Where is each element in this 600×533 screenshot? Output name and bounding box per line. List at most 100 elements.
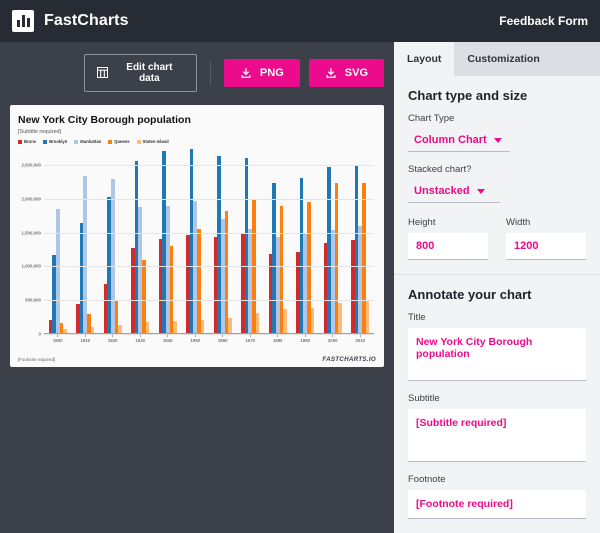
bar-group bbox=[292, 148, 320, 333]
footnote-label: Footnote bbox=[408, 474, 446, 485]
height-input[interactable] bbox=[408, 233, 488, 260]
settings-content: Chart type and size Chart Type Column Ch… bbox=[394, 76, 600, 533]
top-bar: FastCharts Feedback Form bbox=[0, 0, 600, 42]
edit-chart-data-label: Edit chart data bbox=[126, 61, 173, 84]
tab-customization[interactable]: Customization bbox=[454, 42, 552, 76]
chart-footnote: [Footnote required] bbox=[18, 357, 56, 362]
bar-chart-icon bbox=[12, 10, 34, 32]
legend-item: Brooklyn bbox=[43, 139, 67, 144]
legend-label: Staten Island bbox=[142, 139, 169, 144]
brand: FastCharts bbox=[12, 10, 129, 32]
gridline bbox=[44, 164, 374, 166]
bar bbox=[173, 321, 177, 333]
bar bbox=[255, 313, 260, 333]
chart-card-wrapper: New York City Borough population [Subtit… bbox=[0, 95, 394, 367]
bar-group bbox=[319, 148, 347, 333]
y-axis-tick-label: 0 bbox=[38, 331, 41, 337]
legend-label: Manhattan bbox=[80, 139, 102, 144]
bar bbox=[338, 303, 342, 333]
bar-group bbox=[127, 148, 155, 333]
x-axis-tick-label: 1900 bbox=[52, 338, 63, 343]
bar bbox=[118, 325, 122, 333]
y-axis-tick-label: 1,000,000 bbox=[21, 263, 41, 269]
x-axis-tick-label: 1950 bbox=[190, 338, 201, 343]
legend-swatch bbox=[18, 139, 22, 144]
chevron-down-icon bbox=[493, 137, 502, 143]
width-input[interactable] bbox=[506, 233, 586, 260]
x-tick: 1980 bbox=[264, 334, 292, 346]
subtitle-textarea[interactable] bbox=[408, 409, 586, 462]
y-axis-tick-label: 1,500,000 bbox=[21, 230, 41, 236]
legend-swatch bbox=[136, 139, 141, 144]
legend-swatch bbox=[43, 139, 48, 144]
bar bbox=[145, 322, 150, 333]
download-svg-button[interactable]: SVG bbox=[308, 58, 384, 87]
download-png-button[interactable]: PNG bbox=[223, 58, 300, 87]
section-annotate-your-chart: Annotate your chart Title Subtitle Footn… bbox=[394, 275, 600, 533]
x-axis-tick-label: 1940 bbox=[162, 338, 173, 343]
bar-group bbox=[237, 148, 265, 333]
chart-type-label: Chart Type bbox=[408, 113, 455, 124]
legend-swatch bbox=[108, 139, 113, 144]
x-tick: 2000 bbox=[319, 334, 347, 346]
x-axis-tick-label: 1910 bbox=[80, 338, 91, 343]
legend-item: Queens bbox=[108, 139, 130, 144]
bar bbox=[310, 307, 315, 333]
app-root: FastCharts Feedback Form Edit chart data bbox=[0, 0, 600, 533]
chart-bars bbox=[44, 148, 374, 333]
title-label: Title bbox=[408, 312, 426, 323]
x-axis-tick-label: 1990 bbox=[300, 338, 311, 343]
table-icon bbox=[96, 66, 108, 79]
footnote-textarea[interactable] bbox=[408, 490, 586, 519]
chevron-down-icon bbox=[476, 188, 485, 194]
edit-chart-data-button[interactable]: Edit chart data bbox=[83, 53, 197, 92]
bar-group bbox=[154, 148, 182, 333]
x-tick: 1990 bbox=[292, 334, 320, 346]
tab-layout[interactable]: Layout bbox=[394, 42, 455, 76]
chart-preview-pane: Edit chart data PNG SVG New York City Bo… bbox=[0, 42, 394, 533]
download-png-label: PNG bbox=[259, 66, 284, 79]
width-field-group: Width bbox=[506, 217, 586, 260]
bar bbox=[200, 320, 205, 333]
legend-item: Staten Island bbox=[136, 139, 169, 144]
chart-footer: [Footnote required] FASTCHARTS.IO bbox=[18, 356, 376, 363]
section-title: Annotate your chart bbox=[408, 287, 532, 302]
title-textarea[interactable] bbox=[408, 328, 586, 381]
x-tick: 1970 bbox=[237, 334, 265, 346]
section-title: Chart type and size bbox=[408, 88, 528, 103]
chart-title: New York City Borough population bbox=[18, 114, 191, 126]
width-label: Width bbox=[506, 217, 531, 228]
bar bbox=[283, 309, 287, 333]
section-chart-type-and-size: Chart type and size Chart Type Column Ch… bbox=[394, 76, 600, 275]
size-fields-row: Height Width bbox=[408, 217, 586, 260]
gridline bbox=[44, 232, 374, 234]
x-tick: 2010 bbox=[347, 334, 375, 346]
download-icon bbox=[325, 67, 337, 79]
settings-tabs: Layout Customization bbox=[394, 42, 600, 76]
stacked-chart-select[interactable]: Unstacked bbox=[408, 180, 500, 203]
gridline bbox=[44, 334, 374, 335]
feedback-form-link[interactable]: Feedback Form bbox=[499, 14, 588, 28]
legend-label: Brooklyn bbox=[49, 139, 68, 144]
bar bbox=[197, 228, 201, 333]
bar bbox=[228, 318, 232, 333]
bar-group bbox=[347, 148, 375, 333]
chart-type-select[interactable]: Column Chart bbox=[408, 129, 510, 152]
bar-group bbox=[182, 148, 210, 333]
x-tick: 1960 bbox=[209, 334, 237, 346]
x-tick: 1920 bbox=[99, 334, 127, 346]
bar bbox=[169, 245, 174, 333]
x-axis-tick-label: 1980 bbox=[272, 338, 283, 343]
x-tick: 1940 bbox=[154, 334, 182, 346]
legend-label: Queens bbox=[114, 139, 130, 144]
y-axis-tick-label: 2,500,000 bbox=[21, 162, 41, 168]
chart-card: New York City Borough population [Subtit… bbox=[10, 105, 384, 367]
legend-label: Bronx bbox=[24, 139, 37, 144]
settings-panel: Layout Customization Chart type and size… bbox=[394, 42, 600, 533]
chart-legend: Bronx Brooklyn Manhattan Queens Staten Islan… bbox=[18, 139, 376, 144]
download-svg-label: SVG bbox=[344, 66, 368, 79]
bar-group bbox=[99, 148, 127, 333]
y-axis-tick-label: 500,000 bbox=[25, 297, 41, 303]
x-axis-tick-label: 1930 bbox=[135, 338, 146, 343]
legend-item: Manhattan bbox=[74, 139, 101, 144]
